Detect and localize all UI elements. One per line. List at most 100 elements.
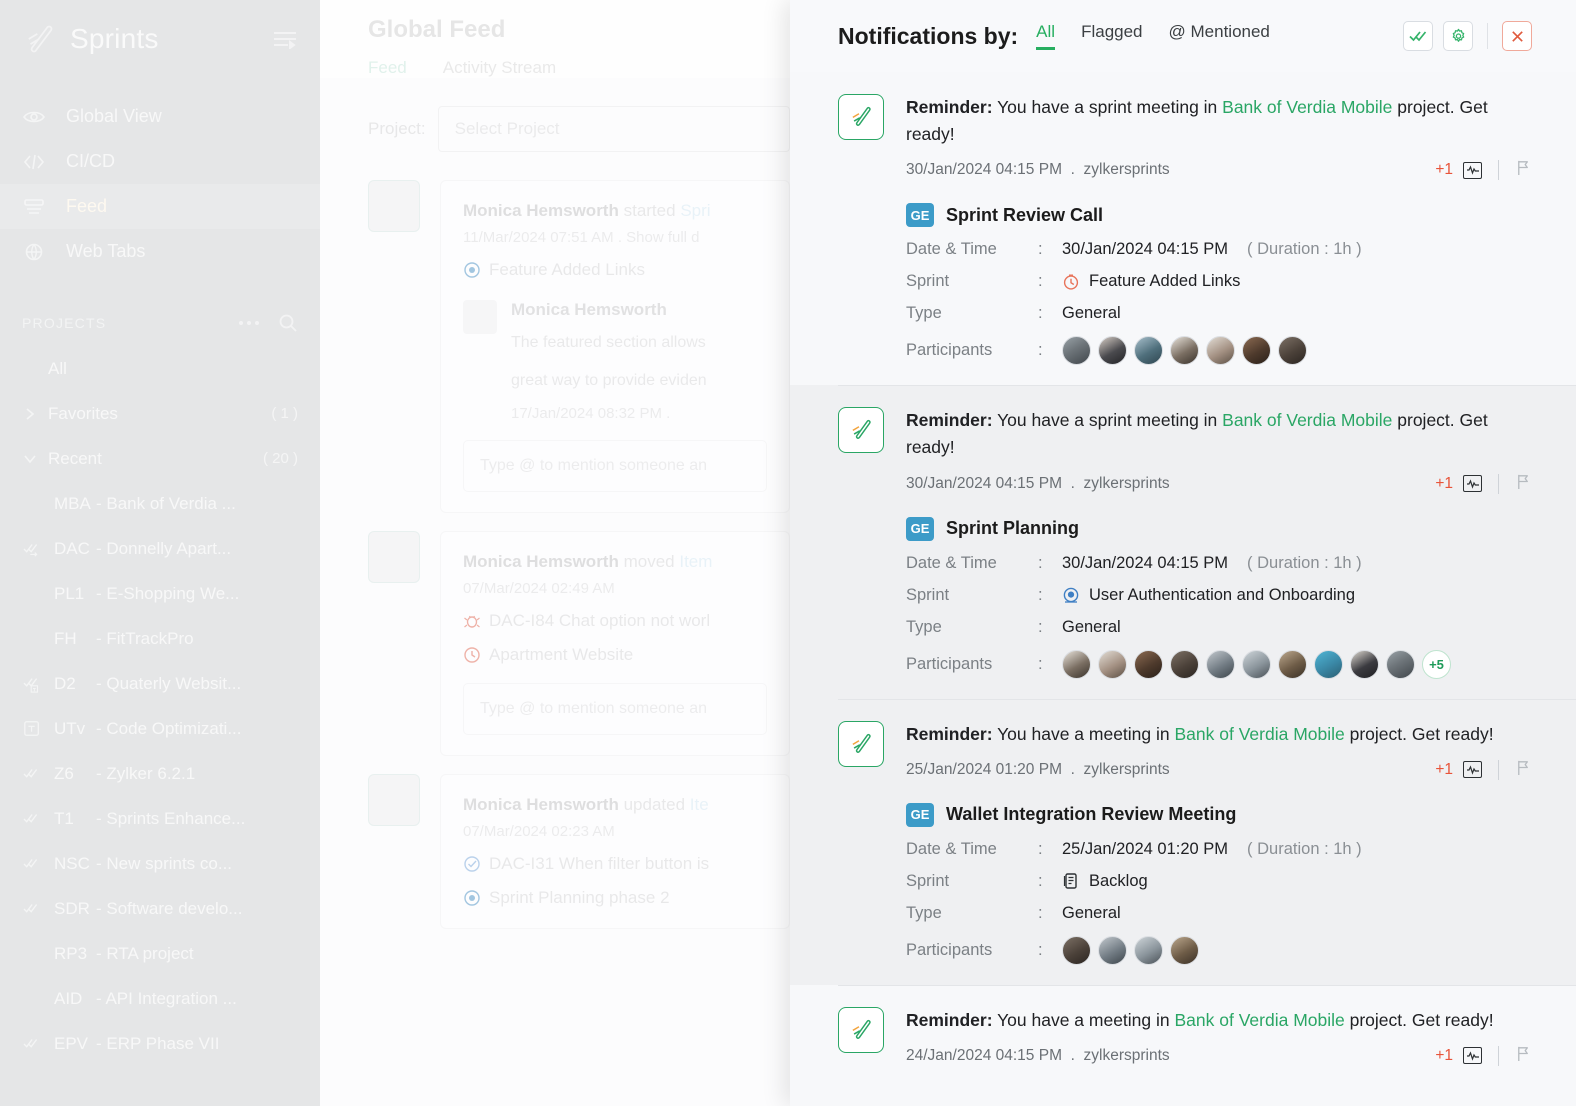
feed-headline: Monica Hemsworth started Spri — [463, 201, 767, 221]
feed-link[interactable]: Spri — [680, 201, 710, 220]
extra-count-badge[interactable]: +1 — [1435, 1047, 1453, 1065]
sidebar-item-web-tabs[interactable]: Web Tabs — [0, 229, 320, 274]
project-key: RP3 — [54, 943, 88, 963]
mark-all-read-button[interactable] — [1403, 21, 1433, 51]
feed-chip-secondary[interactable]: Sprint Planning phase 2 — [463, 888, 767, 908]
meeting-title[interactable]: Sprint Planning — [946, 518, 1079, 539]
notification-project-link[interactable]: Bank of Verdia Mobile — [1175, 1010, 1345, 1030]
sidebar-project-nsc[interactable]: NSC - New sprints co... — [0, 841, 320, 886]
activity-pulse-icon[interactable] — [1463, 1047, 1482, 1065]
feed-chip[interactable]: Feature Added Links — [463, 260, 767, 280]
project-name: - New sprints co... — [96, 853, 233, 873]
sidebar-project-utv[interactable]: UTv - Code Optimizati... — [0, 706, 320, 751]
sidebar-project-z6[interactable]: Z6 - Zylker 6.2.1 — [0, 751, 320, 796]
extra-count-badge[interactable]: +1 — [1435, 475, 1453, 493]
meeting-title[interactable]: Wallet Integration Review Meeting — [946, 804, 1236, 825]
sidebar-project-aid[interactable]: AID - API Integration ... — [0, 976, 320, 1021]
meeting-title[interactable]: Sprint Review Call — [946, 205, 1103, 226]
notifications-list[interactable]: Reminder: You have a sprint meeting in B… — [790, 72, 1576, 1106]
close-button[interactable] — [1502, 21, 1532, 51]
sidebar-project-pl1[interactable]: PL1 - E-Shopping We... — [0, 571, 320, 616]
participant-avatar[interactable] — [1386, 649, 1415, 679]
activity-pulse-icon[interactable] — [1463, 475, 1482, 492]
notification-project-link[interactable]: Bank of Verdia Mobile — [1175, 724, 1345, 744]
participant-avatar[interactable] — [1098, 649, 1127, 679]
participant-avatar[interactable] — [1278, 336, 1307, 366]
feed-link[interactable]: Item — [679, 552, 712, 571]
notification-item[interactable]: Reminder: You have a sprint meeting in B… — [790, 385, 1576, 699]
participant-avatar[interactable] — [1062, 935, 1091, 965]
flag-icon[interactable] — [1515, 159, 1532, 181]
participant-avatar[interactable] — [1170, 935, 1199, 965]
feed-chip-secondary[interactable]: Apartment Website — [463, 645, 767, 665]
feed-card[interactable]: Monica Hemsworth started Spri 11/Mar/202… — [440, 180, 790, 513]
feed-card[interactable]: Monica Hemsworth updated Ite 07/Mar/2024… — [440, 773, 790, 929]
participant-avatar[interactable] — [1350, 649, 1379, 679]
sidebar-project-mba[interactable]: MBA - Bank of Verdia ... — [0, 481, 320, 526]
participants-more-badge[interactable]: +5 — [1422, 649, 1451, 679]
tab-feed[interactable]: Feed — [368, 58, 407, 78]
sidebar-item-cicd[interactable]: CI/CD — [0, 139, 320, 184]
sidebar-group-recent[interactable]: Recent ( 20 ) — [0, 436, 320, 481]
participant-avatar[interactable] — [1098, 336, 1127, 366]
search-icon[interactable] — [278, 313, 298, 333]
feed-chip-label: DAC-I84 Chat option not worl — [489, 610, 711, 630]
sidebar-item-feed[interactable]: Feed — [0, 184, 320, 229]
activity-pulse-icon[interactable] — [1463, 761, 1482, 779]
participant-avatar[interactable] — [1242, 336, 1271, 366]
more-icon[interactable] — [238, 320, 260, 326]
participant-avatar[interactable] — [1062, 336, 1091, 366]
sidebar-project-sdr[interactable]: SDR - Software develo... — [0, 886, 320, 931]
feed-card[interactable]: Monica Hemsworth moved Item 07/Mar/2024 … — [440, 530, 790, 756]
participant-avatar[interactable] — [1314, 649, 1343, 679]
participant-avatar[interactable] — [1134, 935, 1163, 965]
meeting-sprint-value[interactable]: Backlog — [1062, 872, 1148, 891]
notification-item[interactable]: Reminder: You have a sprint meeting in B… — [790, 72, 1576, 385]
filter-mentioned[interactable]: @ Mentioned — [1169, 22, 1270, 47]
tab-activity-stream[interactable]: Activity Stream — [443, 58, 556, 78]
participant-avatar[interactable] — [1206, 336, 1235, 366]
sidebar-project-dac[interactable]: DAC - Donnelly Apart... — [0, 526, 320, 571]
collapse-sidebar-icon[interactable] — [272, 29, 298, 49]
meeting-sprint-value[interactable]: Feature Added Links — [1062, 272, 1240, 291]
sidebar-item-global-view[interactable]: Global View — [0, 94, 320, 139]
flag-icon[interactable] — [1515, 1045, 1532, 1067]
sidebar-project-rp3[interactable]: RP3 - RTA project — [0, 931, 320, 976]
activity-pulse-icon[interactable] — [1463, 161, 1482, 179]
settings-button[interactable] — [1443, 21, 1473, 51]
notification-project-link[interactable]: Bank of Verdia Mobile — [1222, 410, 1392, 430]
flag-icon[interactable] — [1515, 759, 1532, 781]
feed-chip[interactable]: DAC-I84 Chat option not worl — [463, 611, 767, 631]
feed-chip[interactable]: DAC-I31 When filter button is — [463, 854, 767, 874]
notification-item[interactable]: Reminder: You have a meeting in Bank of … — [790, 984, 1576, 1087]
participant-avatar[interactable] — [1134, 336, 1163, 366]
participant-avatar[interactable] — [1170, 649, 1199, 679]
feed-link[interactable]: Ite — [690, 795, 709, 814]
filter-flagged[interactable]: Flagged — [1081, 22, 1142, 47]
extra-count-badge[interactable]: +1 — [1435, 761, 1453, 779]
sidebar-brand[interactable]: Sprints — [0, 0, 320, 78]
meeting-sprint-value[interactable]: User Authentication and Onboarding — [1062, 586, 1355, 605]
participant-avatar[interactable] — [1134, 649, 1163, 679]
participant-avatar[interactable] — [1278, 649, 1307, 679]
project-select[interactable]: Select Project — [437, 106, 790, 152]
participant-avatar[interactable] — [1206, 649, 1235, 679]
filter-all[interactable]: All — [1036, 22, 1056, 50]
gear-icon — [1452, 28, 1464, 42]
participant-avatar[interactable] — [1098, 935, 1127, 965]
extra-count-badge[interactable]: +1 — [1435, 161, 1453, 179]
sidebar-group-all[interactable]: All — [0, 346, 320, 391]
sidebar-group-favorites[interactable]: Favorites ( 1 ) — [0, 391, 320, 436]
sidebar-project-fh[interactable]: FH - FitTrackPro — [0, 616, 320, 661]
reply-input[interactable]: Type @ to mention someone an — [463, 683, 767, 735]
flag-icon[interactable] — [1515, 473, 1532, 495]
notification-item[interactable]: Reminder: You have a meeting in Bank of … — [790, 698, 1576, 985]
sidebar-project-epv[interactable]: EPV - ERP Phase VII — [0, 1021, 320, 1066]
notification-project-link[interactable]: Bank of Verdia Mobile — [1222, 97, 1392, 117]
sidebar-project-d2[interactable]: D2 - Quaterly Websit... — [0, 661, 320, 706]
reply-input[interactable]: Type @ to mention someone an — [463, 440, 767, 492]
participant-avatar[interactable] — [1242, 649, 1271, 679]
participant-avatar[interactable] — [1170, 336, 1199, 366]
participant-avatar[interactable] — [1062, 649, 1091, 679]
sidebar-project-t1[interactable]: T1 - Sprints Enhance... — [0, 796, 320, 841]
